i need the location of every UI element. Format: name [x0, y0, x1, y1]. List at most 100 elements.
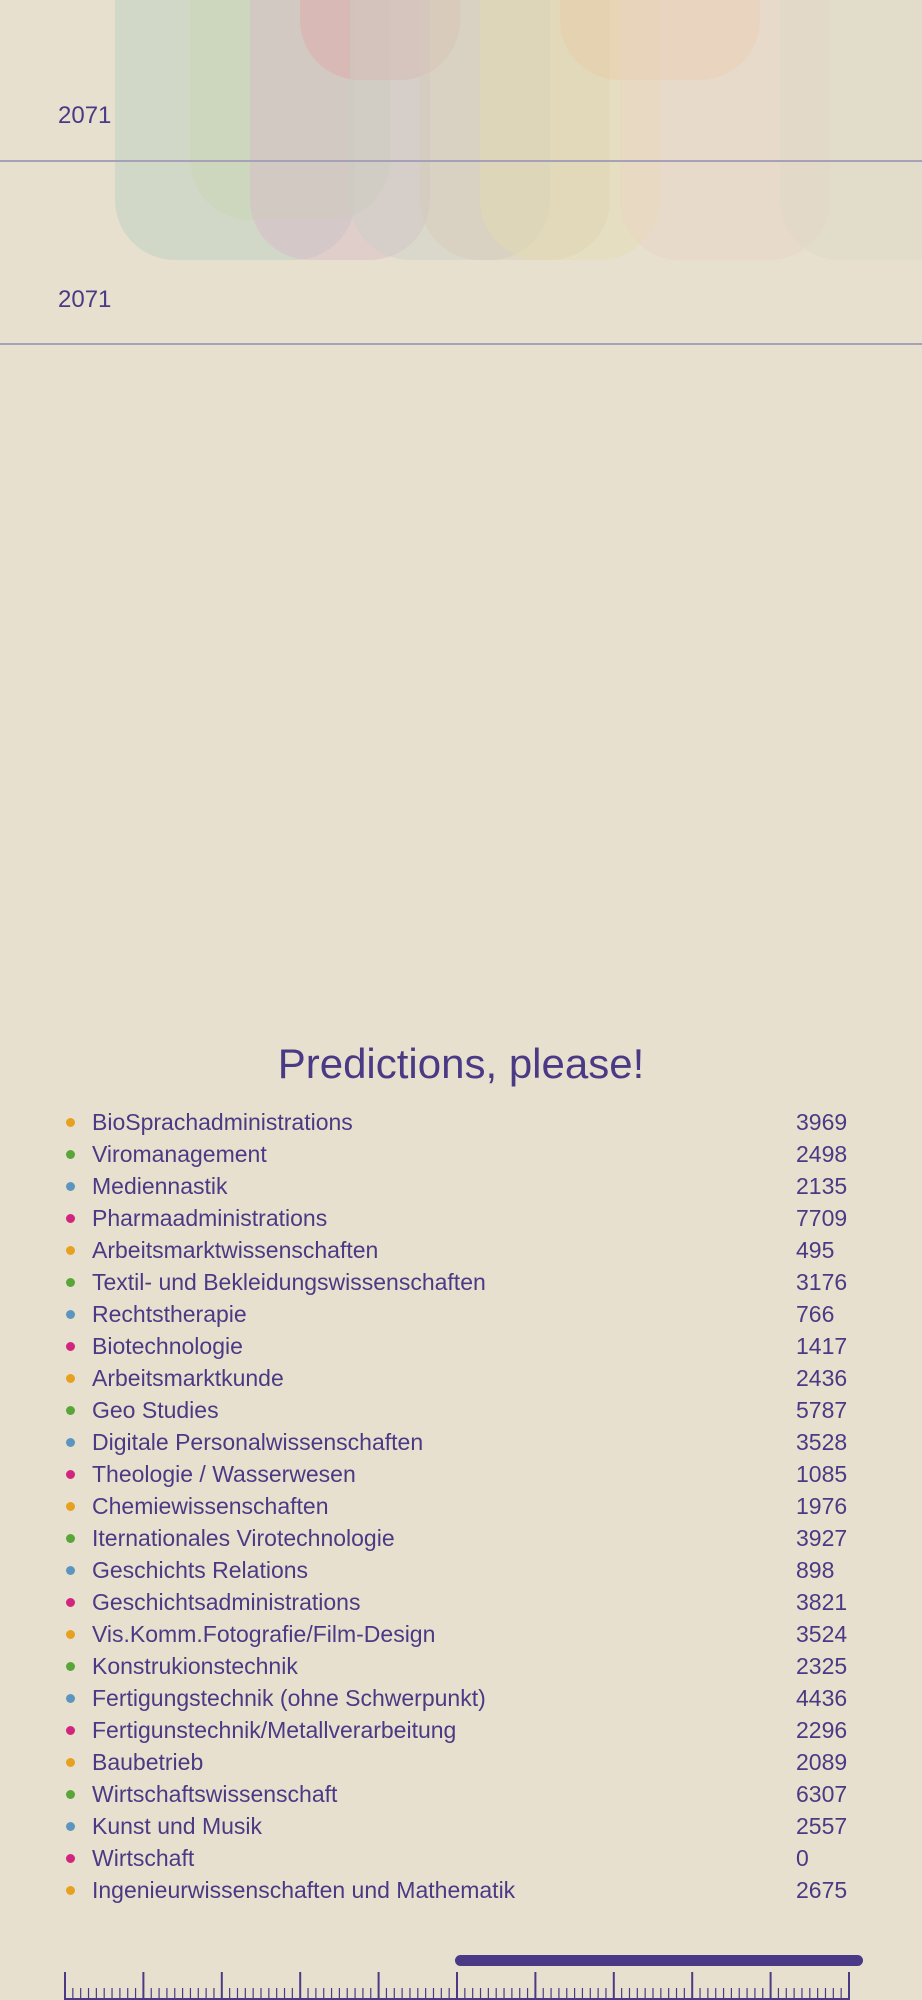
timeline-divider: [0, 160, 922, 162]
bullet-dot-icon: [66, 1149, 75, 1159]
prediction-label: Arbeitsmarktwissenschaften: [92, 1236, 379, 1263]
prediction-value: 766: [796, 1300, 835, 1327]
bullet-dot-icon: [66, 1341, 75, 1351]
prediction-value: 0: [796, 1844, 809, 1871]
timeline-ruler[interactable]: [60, 1970, 860, 2000]
predictions-list: BioSprachadministrations 3969 Viromanageme…: [60, 1106, 860, 1906]
prediction-row[interactable]: Kunst und Musik 2557: [60, 1810, 860, 1842]
prediction-row[interactable]: Arbeitsmarktwissenschaften 495: [60, 1234, 860, 1266]
prediction-label: Vis.Komm.Fotografie/Film-Design: [92, 1620, 436, 1647]
prediction-label: Geschichts Relations: [92, 1556, 309, 1583]
prediction-value: 5787: [796, 1396, 848, 1423]
background-blobs: [0, 0, 922, 270]
prediction-row[interactable]: Biotechnologie 1417: [60, 1330, 860, 1362]
prediction-value: 2325: [796, 1652, 848, 1679]
prediction-value: 1976: [796, 1492, 848, 1519]
prediction-row[interactable]: Pharmaadministrations 7709: [60, 1202, 860, 1234]
prediction-label: Iternationales Virotechnologie: [92, 1524, 395, 1551]
prediction-label: Viromanagement: [92, 1140, 267, 1167]
prediction-row[interactable]: Theologie / Wasserwesen 1085: [60, 1458, 860, 1490]
prediction-label: Arbeitsmarktkunde: [92, 1364, 284, 1391]
prediction-row[interactable]: Ingenieurwissenschaften und Mathematik 26…: [60, 1874, 860, 1906]
prediction-row[interactable]: Geschichtsadministrations 3821: [60, 1586, 860, 1618]
prediction-row[interactable]: Wirtschaftswissenschaft 6307: [60, 1778, 860, 1810]
prediction-label: Baubetrieb: [92, 1748, 204, 1775]
prediction-row[interactable]: Wirtschaft 0: [60, 1842, 860, 1874]
prediction-value: 6307: [796, 1780, 848, 1807]
timeline-year-label: 2071: [58, 286, 112, 313]
prediction-value: 2675: [796, 1876, 848, 1903]
prediction-value: 495: [796, 1236, 835, 1263]
prediction-value: 2135: [796, 1172, 848, 1199]
prediction-label: Pharmaadministrations: [92, 1204, 328, 1231]
bullet-dot-icon: [66, 1117, 75, 1127]
prediction-row[interactable]: Digitale Personalwissenschaften 3528: [60, 1426, 860, 1458]
prediction-value: 3927: [796, 1524, 848, 1551]
bullet-dot-icon: [66, 1245, 75, 1255]
bullet-dot-icon: [66, 1853, 75, 1863]
prediction-value: 1417: [796, 1332, 848, 1359]
progress-bar[interactable]: [455, 1955, 863, 1966]
prediction-label: Chemiewissenschaften: [92, 1492, 329, 1519]
prediction-row[interactable]: Chemiewissenschaften 1976: [60, 1490, 860, 1522]
prediction-row[interactable]: Fertigungstechnik (ohne Schwerpunkt) 4436: [60, 1682, 860, 1714]
prediction-label: Geo Studies: [92, 1396, 219, 1423]
prediction-value: 2089: [796, 1748, 848, 1775]
bullet-dot-icon: [66, 1597, 75, 1607]
prediction-value: 3528: [796, 1428, 848, 1455]
bullet-dot-icon: [66, 1405, 75, 1415]
bullet-dot-icon: [66, 1565, 75, 1575]
prediction-row[interactable]: Konstrukionstechnik 2325: [60, 1650, 860, 1682]
bullet-dot-icon: [66, 1501, 75, 1511]
prediction-row[interactable]: Iternationales Virotechnologie 3927: [60, 1522, 860, 1554]
prediction-row[interactable]: Textil- und Bekleidungswissenschaften 317…: [60, 1266, 860, 1298]
prediction-value: 3821: [796, 1588, 848, 1615]
prediction-row[interactable]: Rechtstherapie 766: [60, 1298, 860, 1330]
prediction-value: 7709: [796, 1204, 848, 1231]
bullet-dot-icon: [66, 1661, 75, 1671]
prediction-row[interactable]: Viromanagement 2498: [60, 1138, 860, 1170]
bullet-dot-icon: [66, 1469, 75, 1479]
timeline-divider: [0, 343, 922, 345]
bullet-dot-icon: [66, 1821, 75, 1831]
prediction-label: Geschichtsadministrations: [92, 1588, 361, 1615]
prediction-value: 3524: [796, 1620, 848, 1647]
prediction-row[interactable]: Geschichts Relations 898: [60, 1554, 860, 1586]
prediction-row[interactable]: Geo Studies 5787: [60, 1394, 860, 1426]
prediction-row[interactable]: BioSprachadministrations 3969: [60, 1106, 860, 1138]
predictions-title: Predictions, please!: [277, 1040, 645, 1087]
prediction-label: Mediennastik: [92, 1172, 228, 1199]
prediction-row[interactable]: Vis.Komm.Fotografie/Film-Design 3524: [60, 1618, 860, 1650]
prediction-value: 2296: [796, 1716, 848, 1743]
timeline-year-label: 2071: [58, 102, 112, 129]
prediction-value: 2436: [796, 1364, 848, 1391]
bullet-dot-icon: [66, 1725, 75, 1735]
prediction-label: Fertigunstechnik/Metallverarbeitung: [92, 1716, 457, 1743]
prediction-row[interactable]: Fertigunstechnik/Metallverarbeitung 2296: [60, 1714, 860, 1746]
bullet-dot-icon: [66, 1213, 75, 1223]
prediction-label: Ingenieurwissenschaften und Mathematik: [92, 1876, 516, 1903]
prediction-label: Kunst und Musik: [92, 1812, 263, 1839]
prediction-label: Konstrukionstechnik: [92, 1652, 298, 1679]
bullet-dot-icon: [66, 1885, 75, 1895]
prediction-label: BioSprachadministrations: [92, 1108, 353, 1135]
bullet-dot-icon: [66, 1309, 75, 1319]
prediction-label: Rechtstherapie: [92, 1300, 247, 1327]
prediction-value: 4436: [796, 1684, 848, 1711]
prediction-row[interactable]: Mediennastik 2135: [60, 1170, 860, 1202]
prediction-label: Wirtschaft: [92, 1844, 195, 1871]
bullet-dot-icon: [66, 1693, 75, 1703]
bullet-dot-icon: [66, 1373, 75, 1383]
prediction-row[interactable]: Baubetrieb 2089: [60, 1746, 860, 1778]
prediction-value: 2557: [796, 1812, 848, 1839]
prediction-label: Textil- und Bekleidungswissenschaften: [92, 1268, 486, 1295]
prediction-value: 3969: [796, 1108, 848, 1135]
prediction-value: 3176: [796, 1268, 848, 1295]
bullet-dot-icon: [66, 1533, 75, 1543]
prediction-value: 2498: [796, 1140, 848, 1167]
prediction-row[interactable]: Arbeitsmarktkunde 2436: [60, 1362, 860, 1394]
prediction-label: Fertigungstechnik (ohne Schwerpunkt): [92, 1684, 486, 1711]
bullet-dot-icon: [66, 1437, 75, 1447]
bullet-dot-icon: [66, 1629, 75, 1639]
bullet-dot-icon: [66, 1181, 75, 1191]
